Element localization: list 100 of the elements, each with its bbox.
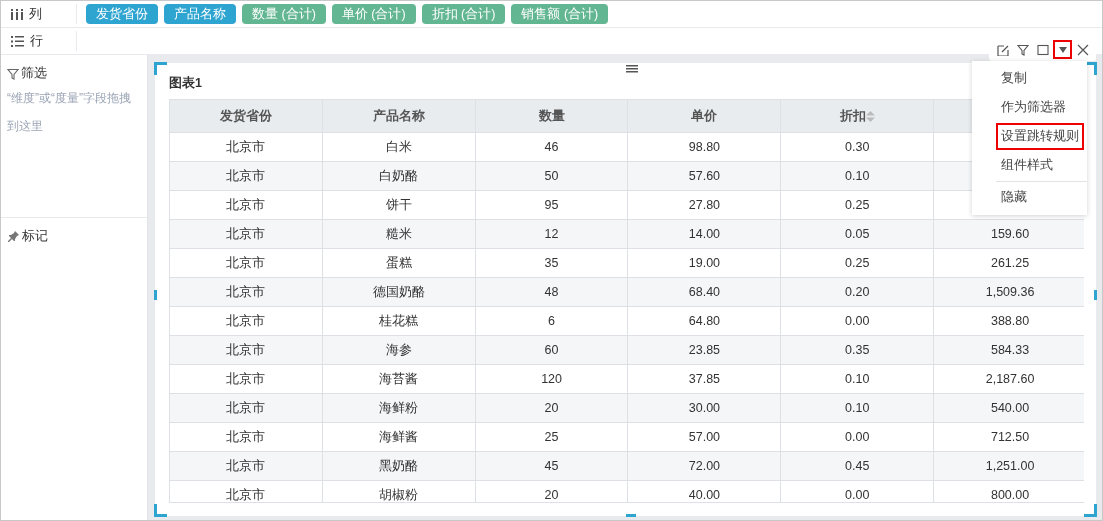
table-cell: 0.10 [780,161,934,191]
table-cell: 46 [475,132,628,162]
table-cell: 1,509.36 [933,277,1084,307]
table-cell: 北京市 [169,277,323,307]
column-header: 发货省份 [169,99,323,133]
close-icon[interactable] [1076,43,1089,56]
table-cell: 6 [475,306,628,336]
table-cell: 0.35 [780,335,934,365]
table-cell: 23.85 [628,335,781,365]
table-cell: 64.80 [628,306,781,336]
table-cell: 北京市 [169,335,323,365]
table-cell: 584.33 [933,335,1084,365]
maximize-icon[interactable] [1036,43,1049,56]
table-cell: 北京市 [169,393,323,423]
table-cell: 蛋糕 [322,248,476,278]
column-header: 单价 [628,99,781,133]
field-pill[interactable]: 产品名称 [164,4,236,24]
chart-title: 图表1 [169,75,202,92]
table-cell: 0.05 [780,219,934,249]
column-header: 数量 [475,99,628,133]
filter-label: 筛选 [21,65,47,82]
table-cell: 120 [475,364,628,394]
table-cell: 35 [475,248,628,278]
table-cell: 0.25 [780,190,934,220]
columns-icon [11,8,23,20]
resize-handle[interactable] [154,289,157,300]
table-cell: 14.00 [628,219,781,249]
table-cell: 45 [475,451,628,481]
edit-icon[interactable] [996,43,1009,56]
table-cell: 饼干 [322,190,476,220]
filter-icon[interactable] [1016,43,1029,56]
table-cell: 北京市 [169,422,323,452]
filter-icon [7,67,19,80]
table-cell: 50 [475,161,628,191]
table-cell: 0.00 [780,306,934,336]
field-pill[interactable]: 数量 (合计) [242,4,326,24]
shelf-label: 行 [30,32,43,50]
table-cell: 白米 [322,132,476,162]
table-cell: 27.80 [628,190,781,220]
table-cell: 98.80 [628,132,781,162]
table-cell: 30.00 [628,393,781,423]
table-cell: 57.60 [628,161,781,191]
field-pill[interactable]: 发货省份 [86,4,158,24]
table-cell: 20 [475,393,628,423]
resize-handle[interactable] [1094,289,1097,300]
shelf-label: 列 [29,5,42,23]
table-cell: 北京市 [169,219,323,249]
table-cell: 北京市 [169,248,323,278]
menu-item[interactable]: 设置跳转规则 [996,123,1084,150]
column-header: 产品名称 [322,99,476,133]
table-cell: 60 [475,335,628,365]
table-cell: 0.45 [780,451,934,481]
table-cell: 0.20 [780,277,934,307]
table-cell: 540.00 [933,393,1084,423]
table-cell: 19.00 [628,248,781,278]
table-cell: 48 [475,277,628,307]
menu-item[interactable]: 隐藏 [996,184,1079,211]
resize-handle[interactable] [1084,504,1097,517]
field-pill[interactable]: 折扣 (合计) [421,4,506,24]
menu-item[interactable]: 组件样式 [996,152,1079,179]
table-cell: 德国奶酪 [322,277,476,307]
table-cell: 72.00 [628,451,781,481]
table-cell: 海鲜酱 [322,422,476,452]
resize-handle[interactable] [154,504,167,517]
field-pill[interactable]: 销售额 (合计) [511,4,609,24]
table-cell: 北京市 [169,306,323,336]
table-cell: 海参 [322,335,476,365]
table-cell: 海苔酱 [322,364,476,394]
table-cell: 糙米 [322,219,476,249]
table-cell: 57.00 [628,422,781,452]
menu-item[interactable]: 作为筛选器 [996,94,1079,121]
table-cell: 0.30 [780,132,934,162]
table-cell: 北京市 [169,364,323,394]
marks-label: 标记 [22,228,48,245]
drop-hint: “维度”或“度量”字段拖拽到这里 [7,90,132,135]
table-cell: 1,251.00 [933,451,1084,481]
resize-handle[interactable] [625,514,636,517]
table-cell: 海鲜粉 [322,393,476,423]
sort-icon[interactable] [865,110,875,122]
drag-handle-icon[interactable] [625,65,638,73]
table-cell: 黑奶酪 [322,451,476,481]
table-cell: 北京市 [169,190,323,220]
column-header: 折扣 [780,99,934,133]
table-cell: 95 [475,190,628,220]
table-cell: 0.10 [780,393,934,423]
table-cell: 0.25 [780,248,934,278]
resize-handle[interactable] [154,62,167,75]
field-pill[interactable]: 单价 (合计) [331,4,416,24]
table-cell: 12 [475,219,628,249]
table-cell: 37.85 [628,364,781,394]
table-cell: 桂花糕 [322,306,476,336]
list-icon [11,35,24,47]
table-cell: 北京市 [169,161,323,191]
menu-item[interactable]: 复制 [996,65,1079,92]
table-cell: 北京市 [169,480,323,502]
table-cell: 25 [475,422,628,452]
table-cell: 北京市 [169,451,323,481]
table-cell: 白奶酪 [322,161,476,191]
table-cell: 159.60 [933,219,1084,249]
table-cell: 0.00 [780,422,934,452]
